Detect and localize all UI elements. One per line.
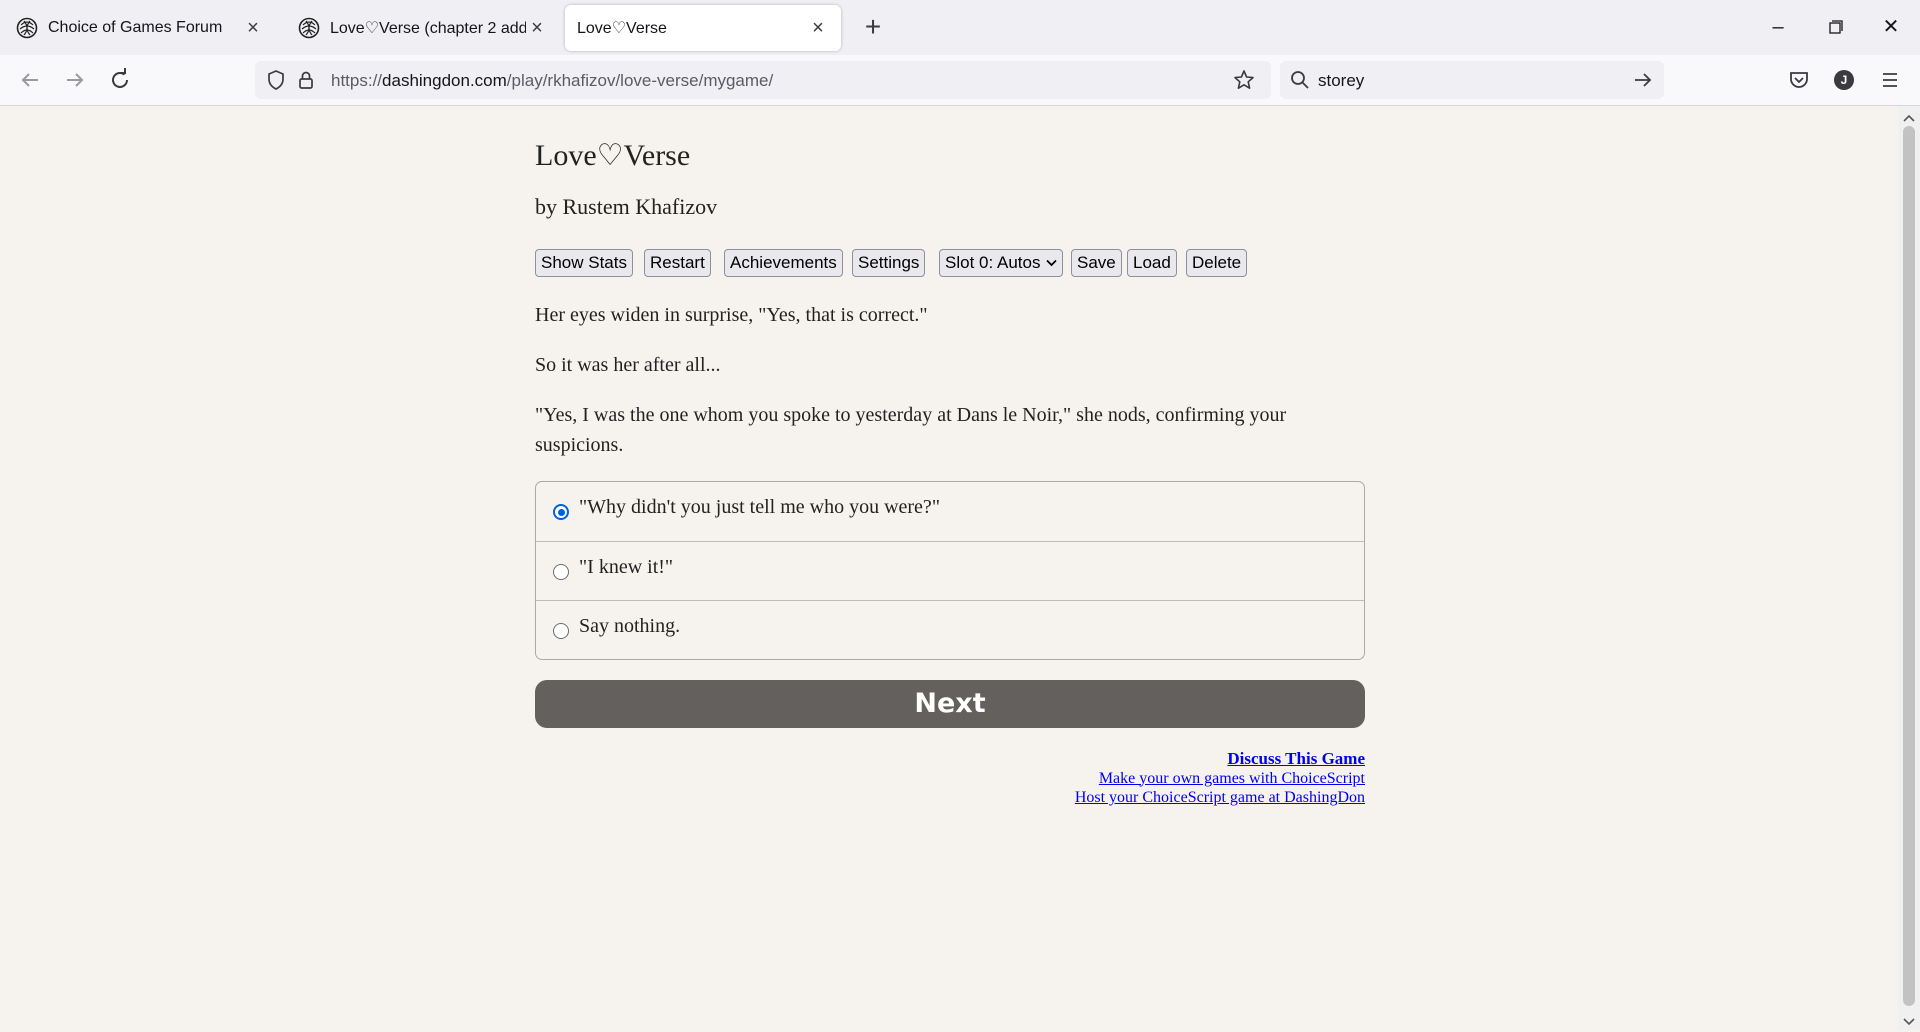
settings-button[interactable]: Settings [852,249,926,277]
vertical-scrollbar[interactable] [1898,106,1920,1030]
choice-label: "I knew it!" [579,556,674,578]
choice-option[interactable]: "Why didn't you just tell me who you wer… [536,482,1364,541]
game-author: by Rustem Khafizov [535,194,718,219]
save-slot-select[interactable]: Slot 0: Autos [939,249,1064,277]
navigation-toolbar: https://dashingdon.com/play/rkhafizov/lo… [0,55,1920,106]
radio-button[interactable] [553,564,569,580]
account-initial: J [1840,73,1848,87]
save-button[interactable]: Save [1071,249,1122,277]
new-tab-button[interactable]: + [858,13,888,43]
pocket-icon[interactable] [1783,64,1815,96]
shield-icon[interactable] [265,69,287,91]
search-input[interactable]: storey [1318,71,1364,91]
account-avatar[interactable]: J [1828,64,1860,96]
url-domain: dashingdon.com [382,71,507,90]
bookmark-star-icon[interactable] [1232,68,1256,92]
menu-hamburger-icon[interactable] [1874,64,1906,96]
minimize-window-icon[interactable]: – [1758,10,1798,44]
radio-button-selected[interactable] [553,504,569,520]
tab-title: Love♡Verse (chapter 2 added! ^ [330,20,526,37]
show-stats-button[interactable]: Show Stats [535,249,633,277]
lock-icon[interactable] [295,69,317,91]
close-tab-icon[interactable]: × [526,17,548,39]
choice-label: Say nothing. [579,615,681,637]
restart-button[interactable]: Restart [644,249,711,277]
game-toolbar: Show Stats Restart Achievements Settings… [535,249,1365,277]
choicescript-link[interactable]: Make your own games with ChoiceScript [1075,769,1365,789]
search-bar[interactable]: storey [1280,61,1664,99]
tab-title: Love♡Verse [577,20,667,37]
tab-loveverse-forum-thread[interactable]: Love♡Verse (chapter 2 added! ^ × [286,5,560,51]
tab-title: Choice of Games Forum [48,19,223,36]
choice-label: "Why didn't you just tell me who you wer… [579,496,940,518]
next-button[interactable]: Next [535,680,1365,728]
url-scheme: https:// [331,71,383,90]
load-button[interactable]: Load [1127,249,1177,277]
url-path: /play/rkhafizov/love-verse/mygame/ [506,71,774,90]
back-icon[interactable] [14,64,46,96]
search-icon [1290,70,1310,90]
footer-links: Discuss This Game Make your own games wi… [1075,749,1365,808]
search-go-arrow-icon[interactable] [1632,69,1654,91]
close-tab-icon[interactable]: × [807,17,829,39]
delete-button[interactable]: Delete [1186,249,1248,277]
reload-icon[interactable] [104,64,136,96]
dashingdon-hosting-link[interactable]: Host your ChoiceScript game at DashingDo… [1075,788,1365,808]
game-title: Love♡Verse [535,139,691,172]
story-paragraph: So it was her after all... [535,354,721,376]
achievements-button[interactable]: Achievements [724,249,843,277]
choice-of-games-favicon-icon [298,17,320,39]
choice-option[interactable]: Say nothing. [536,600,1364,659]
radio-button[interactable] [553,623,569,639]
tab-loveverse-game[interactable]: Love♡Verse × [565,5,841,51]
save-slot-value: Slot 0: Autos [945,253,1041,272]
url-bar[interactable]: https://dashingdon.com/play/rkhafizov/lo… [255,61,1271,99]
forward-icon[interactable] [59,64,91,96]
scroll-down-arrow-icon[interactable] [1903,1014,1915,1032]
choice-of-games-favicon-icon [16,17,38,39]
restore-window-icon[interactable] [1815,10,1855,44]
chevron-down-icon [1046,259,1058,267]
choice-list: "Why didn't you just tell me who you wer… [535,481,1365,660]
close-tab-icon[interactable]: × [242,17,264,39]
choice-option[interactable]: "I knew it!" [536,541,1364,600]
url-text: https://dashingdon.com/play/rkhafizov/lo… [331,71,773,91]
story-paragraph: "Yes, I was the one whom you spoke to ye… [535,404,1287,456]
tab-choice-of-games-forum[interactable]: Choice of Games Forum × [4,5,276,51]
tab-strip: Choice of Games Forum × Love♡Verse (chap… [0,0,1920,55]
story-paragraph: Her eyes widen in surprise, "Yes, that i… [535,304,928,326]
discuss-game-link[interactable]: Discuss This Game [1075,749,1365,769]
close-window-icon[interactable]: ✕ [1871,10,1911,44]
page-content: Love♡Verse by Rustem Khafizov Show Stats… [0,106,1898,1030]
scrollbar-thumb[interactable] [1903,126,1915,1006]
